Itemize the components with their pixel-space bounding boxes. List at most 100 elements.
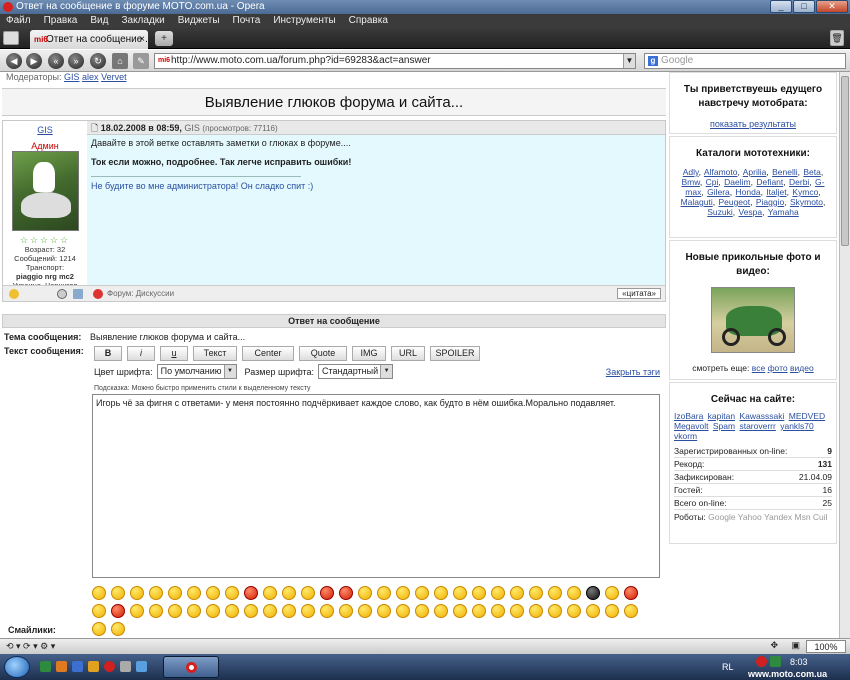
smiley-icon[interactable]	[320, 604, 334, 618]
smiley-icon[interactable]	[168, 604, 182, 618]
brand-link[interactable]: Yamaha	[768, 207, 799, 217]
smiley-icon[interactable]	[339, 586, 353, 600]
text-button[interactable]: Текст	[193, 346, 237, 361]
smiley-icon[interactable]	[624, 604, 638, 618]
underline-button[interactable]: u	[160, 346, 188, 361]
smiley-icon[interactable]	[567, 604, 581, 618]
quote-button[interactable]: «цитата»	[617, 288, 661, 299]
globe-icon[interactable]	[57, 289, 67, 299]
smiley-icon[interactable]	[168, 586, 182, 600]
quicklaunch-icon[interactable]	[40, 661, 51, 672]
img-button[interactable]: IMG	[352, 346, 386, 361]
smiley-icon[interactable]	[491, 604, 505, 618]
close-window-button[interactable]: ✕	[816, 0, 848, 13]
smiley-icon[interactable]	[187, 604, 201, 618]
menu-view[interactable]: Вид	[90, 14, 108, 28]
brand-link[interactable]: Malaguti	[681, 197, 713, 207]
italic-button[interactable]: i	[127, 346, 155, 361]
online-user-link[interactable]: MEDVED	[789, 411, 825, 421]
smiley-icon[interactable]	[130, 586, 144, 600]
start-button[interactable]	[4, 656, 30, 678]
smiley-icon[interactable]	[244, 586, 258, 600]
menu-help[interactable]: Справка	[349, 14, 388, 28]
online-user-link[interactable]: Kawasssaki	[739, 411, 784, 421]
menu-edit[interactable]: Правка	[44, 14, 78, 28]
brand-link[interactable]: Adly	[683, 167, 699, 177]
tray-icon[interactable]	[756, 656, 767, 667]
brand-link[interactable]: Alfamoto	[704, 167, 738, 177]
font-size-select[interactable]: Стандартный	[317, 364, 394, 379]
online-user-link[interactable]: vkorm	[674, 431, 697, 441]
panel-toggle-icon[interactable]	[3, 31, 19, 45]
smiley-icon[interactable]	[225, 604, 239, 618]
smiley-icon[interactable]	[529, 586, 543, 600]
quote-tag-button[interactable]: Quote	[299, 346, 347, 361]
move-icon[interactable]: ✥	[770, 640, 778, 651]
smiley-icon[interactable]	[111, 604, 125, 618]
smiley-icon[interactable]	[225, 586, 239, 600]
fast-forward-icon[interactable]: »	[68, 53, 84, 69]
brand-link[interactable]: Honda	[736, 187, 761, 197]
smiley-icon[interactable]	[472, 586, 486, 600]
brand-link[interactable]: Italjet	[766, 187, 786, 197]
motorcycle-photo[interactable]	[711, 287, 795, 353]
bulb-icon[interactable]	[9, 289, 19, 299]
online-user-link[interactable]: IzoBara	[674, 411, 703, 421]
maximize-button[interactable]: □	[793, 0, 815, 13]
smiley-icon[interactable]	[434, 586, 448, 600]
smiley-icon[interactable]	[567, 586, 581, 600]
smiley-icon[interactable]	[510, 586, 524, 600]
online-user-link[interactable]: Spam	[713, 421, 735, 431]
smiley-icon[interactable]	[434, 604, 448, 618]
smiley-icon[interactable]	[377, 604, 391, 618]
home-icon[interactable]: ⌂	[112, 53, 128, 69]
smiley-icon[interactable]	[92, 586, 106, 600]
smiley-icon[interactable]	[92, 622, 106, 636]
center-button[interactable]: Center	[242, 346, 294, 361]
brand-link[interactable]: Suzuki	[707, 207, 733, 217]
forward-icon[interactable]: ▶	[26, 53, 42, 69]
language-indicator[interactable]: RL	[722, 662, 734, 672]
brand-link[interactable]: Bmw	[681, 177, 699, 187]
smiley-icon[interactable]	[377, 586, 391, 600]
menu-widgets[interactable]: Виджеты	[178, 14, 220, 28]
search-field[interactable]: g Google	[644, 53, 846, 69]
warning-icon[interactable]	[93, 289, 103, 299]
bold-button[interactable]: B	[94, 346, 122, 361]
moderator-link[interactable]: GIS	[64, 72, 80, 82]
wand-icon[interactable]: ✎	[133, 53, 149, 69]
trash-icon[interactable]: 🗑	[830, 30, 844, 46]
reload-icon[interactable]: ↻	[90, 53, 106, 69]
online-user-link[interactable]: yankls70	[780, 421, 814, 431]
brand-link[interactable]: Derbi	[789, 177, 809, 187]
brand-link[interactable]: Peugeot	[718, 197, 750, 207]
spoiler-button[interactable]: SPOILER	[430, 346, 480, 361]
smiley-icon[interactable]	[510, 604, 524, 618]
brand-link[interactable]: Piaggio	[756, 197, 784, 207]
smiley-icon[interactable]	[244, 604, 258, 618]
menu-mail[interactable]: Почта	[233, 14, 261, 28]
see-photo-link[interactable]: фото	[768, 363, 788, 373]
quicklaunch-icon[interactable]	[72, 661, 83, 672]
moderator-link[interactable]: Vervet	[101, 72, 127, 82]
smiley-icon[interactable]	[548, 604, 562, 618]
brand-link[interactable]: Vespa	[739, 207, 763, 217]
quicklaunch-icon[interactable]	[56, 661, 67, 672]
menu-file[interactable]: Файл	[6, 14, 31, 28]
moderator-link[interactable]: alex	[82, 72, 99, 82]
smiley-icon[interactable]	[586, 604, 600, 618]
show-results-link[interactable]: показать результаты	[710, 119, 796, 129]
view-icon[interactable]: ▣	[791, 640, 800, 651]
smiley-icon[interactable]	[358, 586, 372, 600]
mail-icon[interactable]	[73, 289, 83, 299]
rewind-icon[interactable]: «	[48, 53, 64, 69]
smiley-icon[interactable]	[206, 604, 220, 618]
menu-bookmarks[interactable]: Закладки	[121, 14, 164, 28]
menu-tools[interactable]: Инструменты	[273, 14, 335, 28]
opera-quicklaunch-icon[interactable]	[104, 661, 115, 672]
quicklaunch-icon[interactable]	[136, 661, 147, 672]
back-icon[interactable]: ◀	[6, 53, 22, 69]
smiley-icon[interactable]	[396, 586, 410, 600]
smiley-icon[interactable]	[396, 604, 410, 618]
quicklaunch-icon[interactable]	[120, 661, 131, 672]
